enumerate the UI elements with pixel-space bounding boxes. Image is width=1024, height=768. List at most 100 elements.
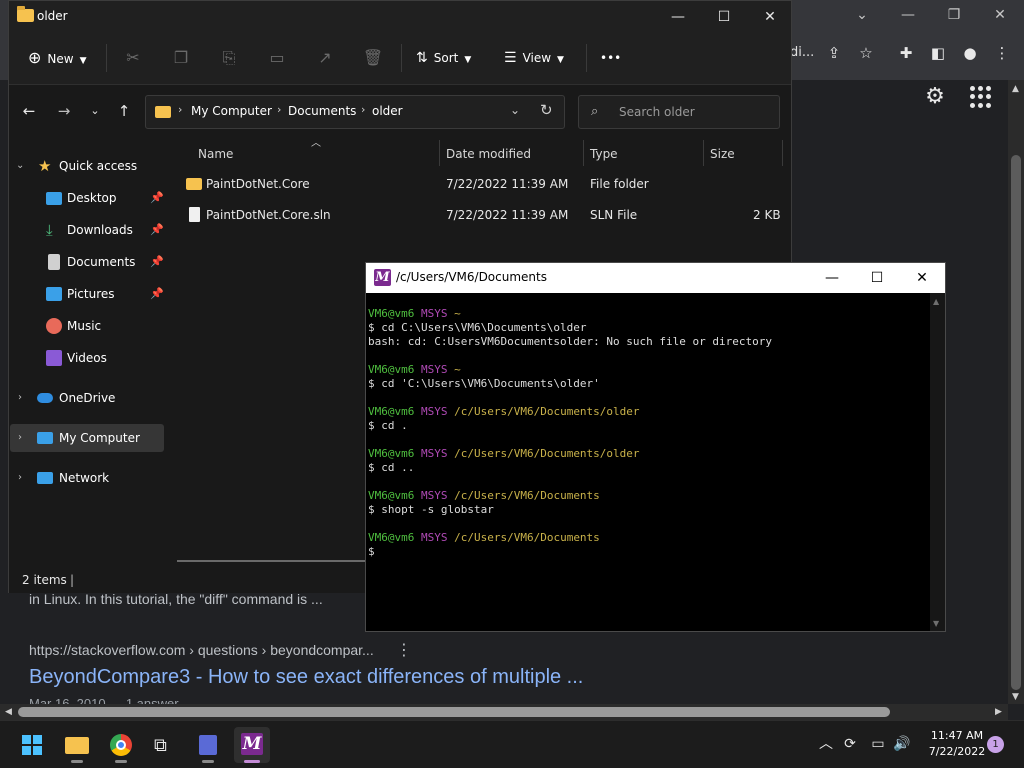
search-result-url[interactable]: https://stackoverflow.com › questions › …: [29, 642, 374, 658]
taskbar-file-explorer[interactable]: [59, 727, 95, 763]
table-row[interactable]: PaintDotNet.Core.sln 7/22/2022 11:39 AM …: [178, 201, 782, 229]
show-hidden-icons-chevron-icon[interactable]: ︿: [816, 734, 836, 754]
sidebar-item-onedrive[interactable]: › OneDrive: [8, 384, 168, 412]
share-icon[interactable]: ↗: [313, 46, 337, 70]
back-arrow-icon[interactable]: ←: [18, 100, 40, 122]
delete-icon[interactable]: 🗑: [361, 46, 385, 70]
breadcrumb-older[interactable]: older: [372, 104, 403, 118]
column-divider[interactable]: [703, 140, 704, 166]
column-header-size[interactable]: Size: [710, 144, 735, 164]
sidebar-item-my-computer[interactable]: › My Computer: [10, 424, 164, 452]
forward-arrow-icon[interactable]: →: [53, 100, 75, 122]
sidebar-item-pictures[interactable]: Pictures 📌: [8, 280, 168, 308]
network-icon: [37, 472, 53, 484]
pin-icon[interactable]: 📌: [150, 248, 164, 276]
taskbar-task-view[interactable]: ⧉: [146, 727, 182, 763]
terminal-output[interactable]: VM6@vm6 MSYS ~ $ cd C:\Users\VM6\Document…: [368, 307, 928, 627]
sidebar-item-downloads[interactable]: ⤓ Downloads 📌: [8, 216, 168, 244]
search-input[interactable]: [619, 103, 769, 121]
scroll-down-arrow-icon[interactable]: ▼: [1012, 692, 1019, 702]
recent-locations-chevron-icon[interactable]: ⌄: [84, 100, 106, 122]
google-apps-icon[interactable]: [970, 86, 992, 108]
pin-icon[interactable]: 📌: [150, 216, 164, 244]
terminal-maximize-button[interactable]: ☐: [854, 263, 900, 293]
clock-time[interactable]: 11:47 AM: [918, 729, 996, 742]
search-result-title-link[interactable]: BeyondCompare3 - How to see exact differ…: [29, 666, 583, 689]
view-button-label: View: [522, 51, 552, 65]
taskbar-app-installer[interactable]: [190, 727, 226, 763]
profile-icon[interactable]: ●: [958, 42, 982, 64]
terminal-prompt-line: VM6@vm6 MSYS ~: [368, 307, 928, 321]
clock-date[interactable]: 7/22/2022: [918, 745, 996, 758]
share-icon[interactable]: ⇪: [822, 42, 846, 64]
explorer-horizontal-scrollbar[interactable]: [177, 560, 367, 562]
pin-icon[interactable]: 📌: [150, 280, 164, 308]
scroll-down-arrow-icon[interactable]: ▼: [933, 619, 939, 628]
explorer-maximize-button[interactable]: ☐: [701, 1, 747, 33]
omnibox-url-fragment[interactable]: di...: [790, 45, 814, 60]
sync-icon[interactable]: ⟳: [840, 734, 860, 754]
chrome-close-button[interactable]: ✕: [990, 6, 1010, 24]
column-header-date[interactable]: Date modified: [446, 144, 531, 164]
page-horizontal-scrollbar-thumb[interactable]: [18, 707, 890, 717]
column-header-type[interactable]: Type: [590, 144, 618, 164]
notification-badge[interactable]: 1: [987, 736, 1004, 753]
chrome-menu-icon[interactable]: ⋮: [990, 42, 1014, 64]
result-more-options-icon[interactable]: ⋮: [396, 640, 412, 659]
side-panel-icon[interactable]: ◧: [926, 42, 950, 64]
copy-icon[interactable]: ❐: [169, 46, 193, 70]
bookmark-star-icon[interactable]: ☆: [854, 42, 878, 64]
column-divider[interactable]: [782, 140, 783, 166]
more-options-button[interactable]: •••: [600, 46, 621, 70]
explorer-titlebar[interactable]: older — ☐ ✕: [9, 1, 791, 33]
sidebar-item-network[interactable]: › Network: [8, 464, 168, 492]
chrome-minimize-button[interactable]: —: [898, 6, 918, 24]
address-history-chevron-icon[interactable]: ⌄: [510, 103, 520, 117]
msys-terminal-window[interactable]: M /c/Users/VM6/Documents — ☐ ✕ VM6@vm6 M…: [365, 262, 946, 632]
column-divider[interactable]: [439, 140, 440, 166]
extensions-icon[interactable]: ✚: [894, 42, 918, 64]
breadcrumb-documents[interactable]: Documents: [288, 104, 356, 118]
column-divider[interactable]: [583, 140, 584, 166]
sidebar-item-music[interactable]: Music: [8, 312, 168, 340]
taskbar-msys[interactable]: M: [234, 727, 270, 763]
explorer-close-button[interactable]: ✕: [747, 1, 793, 33]
file-name: PaintDotNet.Core: [206, 177, 310, 191]
pin-icon[interactable]: 📌: [150, 184, 164, 212]
explorer-search-box[interactable]: ⌕: [578, 95, 780, 129]
scroll-right-arrow-icon[interactable]: ▶: [995, 707, 1002, 717]
taskbar-chrome[interactable]: [103, 727, 139, 763]
chrome-restore-button[interactable]: ❐: [944, 6, 964, 24]
volume-icon[interactable]: 🔊: [892, 734, 912, 754]
explorer-minimize-button[interactable]: —: [655, 1, 701, 33]
table-row[interactable]: PaintDotNet.Core 7/22/2022 11:39 AM File…: [178, 170, 782, 198]
sidebar-item-desktop[interactable]: Desktop 📌: [8, 184, 168, 212]
up-arrow-icon[interactable]: ↑: [113, 100, 135, 122]
sidebar-item-videos[interactable]: Videos: [8, 344, 168, 372]
cut-icon[interactable]: ✂: [121, 46, 145, 70]
start-button[interactable]: [14, 727, 50, 763]
column-header-name[interactable]: Name: [198, 144, 233, 164]
sidebar-item-quick-access[interactable]: ⌄ ★ Quick access: [8, 152, 168, 180]
breadcrumb-my-computer[interactable]: My Computer: [191, 104, 272, 118]
sidebar-item-documents[interactable]: Documents 📌: [8, 248, 168, 276]
terminal-close-button[interactable]: ✕: [899, 263, 945, 293]
tab-search-button[interactable]: ⌄: [852, 6, 872, 24]
refresh-icon[interactable]: ↻: [540, 101, 553, 119]
network-monitor-icon[interactable]: ▭: [868, 734, 888, 754]
plus-circle-icon: ⊕: [28, 48, 42, 67]
settings-gear-icon[interactable]: ⚙: [922, 85, 948, 109]
scroll-left-arrow-icon[interactable]: ◀: [5, 707, 12, 717]
rename-icon[interactable]: ▭: [265, 46, 289, 70]
paste-icon[interactable]: ⎘: [217, 46, 241, 70]
new-button[interactable]: ⊕ New ▼: [28, 46, 87, 70]
terminal-titlebar[interactable]: M /c/Users/VM6/Documents — ☐ ✕: [366, 263, 945, 293]
scroll-up-arrow-icon[interactable]: ▲: [1012, 84, 1019, 94]
terminal-minimize-button[interactable]: —: [809, 263, 855, 293]
terminal-scrollbar[interactable]: ▲ ▼: [930, 293, 945, 631]
sort-button[interactable]: ⇅ Sort ▼: [416, 46, 471, 70]
page-vertical-scrollbar-thumb[interactable]: [1011, 155, 1021, 690]
scroll-up-arrow-icon[interactable]: ▲: [933, 297, 939, 306]
view-button[interactable]: ☰ View ▼: [504, 46, 564, 70]
address-bar[interactable]: › My Computer › Documents › older ⌄ ↻: [145, 95, 565, 129]
